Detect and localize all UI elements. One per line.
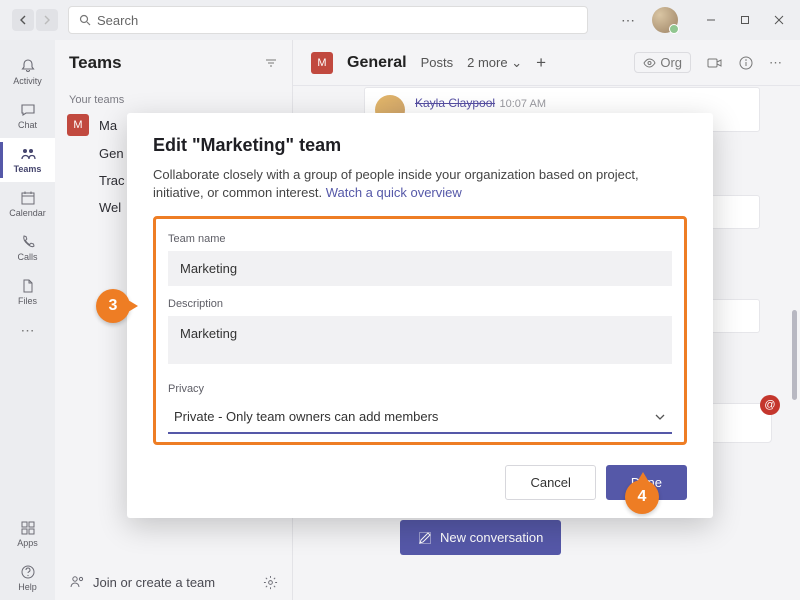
watch-overview-link[interactable]: Watch a quick overview bbox=[326, 185, 462, 200]
chevron-down-icon bbox=[654, 413, 666, 421]
description-input[interactable] bbox=[168, 316, 672, 364]
annotation-callout-4: 4 bbox=[625, 480, 659, 514]
annotation-callout-3: 3 bbox=[96, 289, 130, 323]
dialog-title: Edit "Marketing" team bbox=[153, 135, 687, 156]
form-highlight-box: Team name Description Privacy Private - … bbox=[153, 216, 687, 445]
dialog-description: Collaborate closely with a group of peop… bbox=[153, 166, 687, 202]
edit-team-dialog: Edit "Marketing" team Collaborate closel… bbox=[127, 113, 713, 518]
team-name-label: Team name bbox=[168, 233, 672, 245]
cancel-button[interactable]: Cancel bbox=[505, 465, 595, 500]
description-label: Description bbox=[168, 298, 672, 310]
privacy-label: Privacy bbox=[168, 383, 672, 395]
team-name-input[interactable] bbox=[168, 251, 672, 286]
privacy-select[interactable]: Private - Only team owners can add membe… bbox=[168, 401, 672, 434]
